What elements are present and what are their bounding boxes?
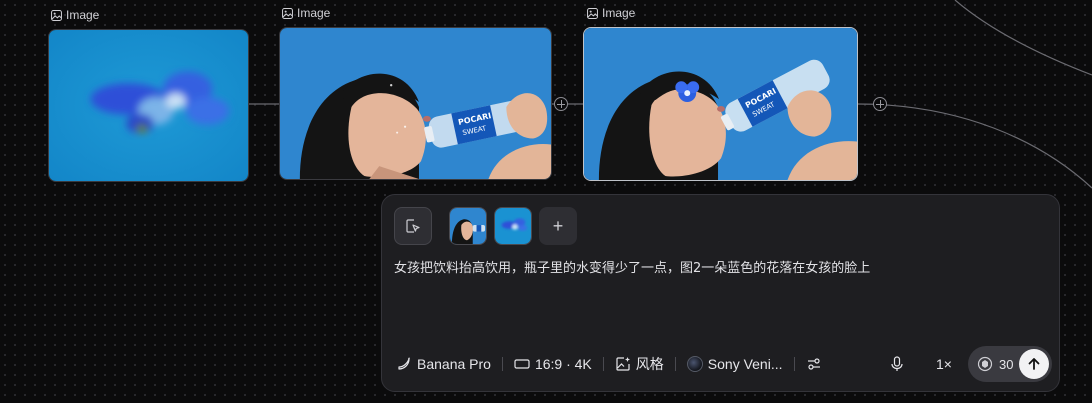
flower-image (49, 30, 248, 181)
prompt-input[interactable]: 女孩把饮料抬高饮用，瓶子里的水变得少了一点，图2一朵蓝色的花落在女孩的脸上 (394, 259, 1044, 279)
image-icon (282, 7, 293, 19)
image-node-result[interactable]: POCARI SWEAT (583, 27, 858, 181)
node-2-label: Image (282, 6, 330, 20)
send-button[interactable] (1019, 349, 1049, 379)
style-selector[interactable]: 风格 (615, 354, 664, 374)
camera-label: Sony Veni... (707, 356, 783, 372)
image-icon (587, 7, 598, 19)
girl-with-flower-image: POCARI SWEAT (584, 28, 857, 180)
image-icon (51, 9, 62, 21)
image-node-flower[interactable] (48, 29, 249, 182)
plus-icon: + (552, 215, 564, 236)
node-3-output-port[interactable] (873, 97, 887, 111)
mic-icon (891, 356, 903, 371)
arrow-up-icon (1028, 358, 1040, 370)
toolbar-divider (602, 357, 604, 371)
sliders-icon (806, 356, 822, 372)
node-2-output-port[interactable] (554, 97, 568, 111)
toolbar-divider (674, 357, 676, 371)
model-selector[interactable]: Banana Pro (396, 356, 491, 372)
select-tool-button[interactable] (394, 207, 432, 245)
voice-input-button[interactable] (890, 356, 904, 377)
model-label: Banana Pro (417, 356, 491, 372)
node-1-title: Image (66, 8, 100, 22)
reference-image-flower[interactable] (494, 207, 532, 245)
prompt-composer: + 女孩把饮料抬高饮用，瓶子里的水变得少了一点，图2一朵蓝色的花落在女孩的脸上 … (381, 194, 1060, 392)
style-sparkle-icon (615, 356, 631, 372)
camera-selector[interactable]: Sony Veni... (686, 356, 783, 372)
composer-toolbar: Banana Pro 16:9 · 4K 风格 Sony Veni... (396, 353, 822, 375)
image-node-girl[interactable]: POCARI SWEAT (279, 27, 552, 180)
settings-button[interactable] (806, 356, 822, 372)
flower-thumb (495, 208, 531, 244)
node-3-title: Image (602, 6, 636, 20)
aspect-ratio-icon (514, 358, 530, 370)
cursor-select-icon (406, 219, 420, 233)
aspect-ratio-label: 16:9 · 4K (534, 356, 592, 372)
add-reference-button[interactable]: + (539, 207, 577, 245)
style-label: 风格 (635, 357, 664, 373)
credits-count: 30 (999, 356, 1014, 372)
toolbar-divider (501, 357, 503, 371)
batch-count-selector[interactable]: 1× (936, 356, 952, 372)
toolbar-divider (793, 357, 795, 371)
aspect-ratio-selector[interactable]: 16:9 · 4K (514, 356, 592, 372)
girl-drinking-image: POCARI SWEAT (280, 28, 551, 179)
girl-thumb (450, 208, 486, 244)
credits-icon (977, 356, 993, 372)
node-3-label: Image (587, 6, 635, 20)
camera-lens-icon (686, 356, 703, 372)
reference-image-girl[interactable] (449, 207, 487, 245)
banana-icon (396, 356, 412, 372)
credits-send-group: 30 (968, 346, 1052, 382)
node-2-title: Image (297, 6, 331, 20)
node-1-label: Image (51, 8, 99, 22)
